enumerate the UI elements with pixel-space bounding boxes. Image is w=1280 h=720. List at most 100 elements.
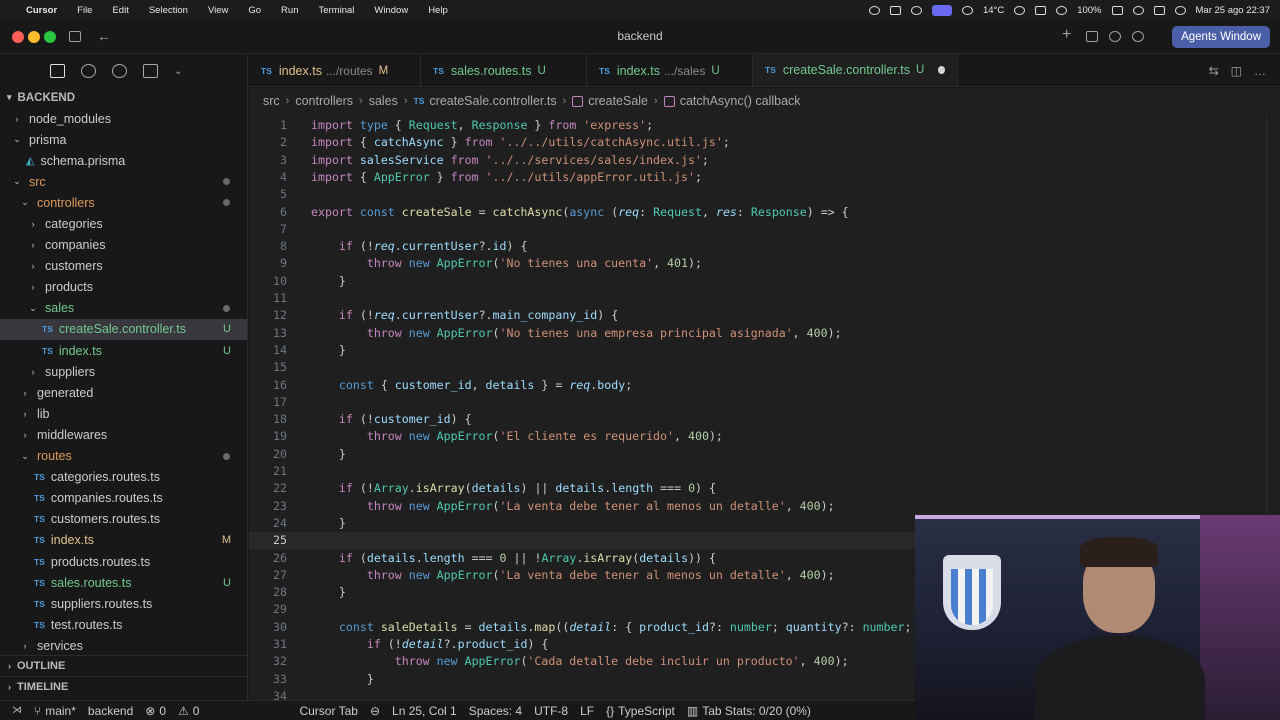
cast-icon[interactable] <box>961 5 973 15</box>
timeline-section[interactable]: › TIMELINE <box>0 676 248 697</box>
code-line[interactable]: 21 <box>249 463 1280 480</box>
tree-folder[interactable]: › services <box>0 635 247 656</box>
source-control-icon[interactable] <box>112 64 127 78</box>
outline-section[interactable]: › OUTLINE <box>0 655 248 676</box>
new-chat-icon[interactable]: + <box>1062 26 1071 44</box>
code-line[interactable]: 18 if (!customer_id) { <box>249 411 1280 428</box>
line-ending[interactable]: LF <box>580 704 594 718</box>
encoding[interactable]: UTF-8 <box>534 704 568 718</box>
tree-file[interactable]: TS customers.routes.ts <box>0 509 247 530</box>
code-line[interactable]: 2 import { catchAsync } from '../../utils… <box>249 134 1280 151</box>
tree-folder[interactable]: ⌄ prisma <box>0 129 247 150</box>
wifi-icon[interactable] <box>1056 5 1068 15</box>
sync-icon[interactable] <box>910 5 922 15</box>
menu-file[interactable]: File <box>77 5 92 16</box>
weather-temp[interactable]: 14°C <box>983 5 1004 16</box>
tree-file[interactable]: ◭ schema.prisma <box>0 150 247 171</box>
code-line[interactable]: 5 <box>249 186 1280 203</box>
code-line[interactable]: 8 if (!req.currentUser?.id) { <box>249 238 1280 255</box>
code-line[interactable]: 15 <box>249 359 1280 376</box>
code-line[interactable]: 22 if (!Array.isArray(details) || detail… <box>249 480 1280 497</box>
code-line[interactable]: 23 throw new AppError('La venta debe ten… <box>249 498 1280 515</box>
datetime[interactable]: Mar 25 ago 22:37 <box>1196 5 1270 16</box>
tree-folder[interactable]: › suppliers <box>0 361 247 382</box>
tree-file[interactable]: TS test.routes.ts <box>0 614 247 635</box>
tree-folder[interactable]: ⌄ controllers <box>0 192 247 213</box>
extensions-icon[interactable] <box>143 64 158 78</box>
code-line[interactable]: 13 throw new AppError('No tienes una emp… <box>249 325 1280 342</box>
code-line[interactable]: 17 <box>249 394 1280 411</box>
menu-run[interactable]: Run <box>281 5 298 16</box>
menu-help[interactable]: Help <box>428 5 448 16</box>
tree-folder[interactable]: › generated <box>0 382 247 403</box>
code-line[interactable]: 7 <box>249 221 1280 238</box>
code-line[interactable]: 16 const { customer_id, details } = req.… <box>249 377 1280 394</box>
code-line[interactable]: 14 } <box>249 342 1280 359</box>
warning-count[interactable]: 0 <box>193 704 200 718</box>
tree-folder[interactable]: ⌄ sales <box>0 298 247 319</box>
tree-folder[interactable]: › products <box>0 277 247 298</box>
menu-view[interactable]: View <box>208 5 228 16</box>
tree-folder[interactable]: ⌄ src <box>0 171 247 192</box>
tab-stats[interactable]: Tab Stats: 0/20 (0%) <box>702 704 811 718</box>
panel-layout-icon[interactable] <box>1086 31 1098 42</box>
breadcrumb-file[interactable]: createSale.controller.ts <box>429 94 556 108</box>
breadcrumb-controllers[interactable]: controllers <box>295 94 353 108</box>
code-line[interactable]: 3 import salesService from '../../service… <box>249 152 1280 169</box>
code-line[interactable]: 9 throw new AppError('No tienes una cuen… <box>249 255 1280 272</box>
tree-folder[interactable]: › node_modules <box>0 108 247 129</box>
tree-folder[interactable]: › companies <box>0 235 247 256</box>
menu-window[interactable]: Window <box>374 5 408 16</box>
remote-icon[interactable]: ⋊ <box>12 705 22 716</box>
split-editor-icon[interactable]: ◫ <box>1231 64 1242 78</box>
screen-icon[interactable] <box>889 5 901 15</box>
language-mode[interactable]: TypeScript <box>618 704 675 718</box>
git-branch[interactable]: main* <box>45 704 76 718</box>
tree-file[interactable]: TS index.ts U <box>0 340 247 361</box>
breadcrumb-sales[interactable]: sales <box>369 94 398 108</box>
battery-level[interactable]: 100% <box>1077 5 1101 16</box>
code-line[interactable]: 11 <box>249 290 1280 307</box>
shield-icon[interactable] <box>868 5 880 15</box>
siri-icon[interactable] <box>1174 5 1186 15</box>
cursor-tab-status[interactable]: Cursor Tab <box>299 704 357 718</box>
breadcrumb-callback[interactable]: catchAsync() callback <box>680 94 801 108</box>
display-icon[interactable] <box>1035 5 1047 15</box>
error-count[interactable]: 0 <box>159 704 166 718</box>
tree-file[interactable]: TS products.routes.ts <box>0 551 247 572</box>
tree-file[interactable]: TS suppliers.routes.ts <box>0 593 247 614</box>
chevron-down-icon[interactable]: ⌄ <box>174 66 182 77</box>
editor-tab[interactable]: TS createSale.controller.ts U <box>753 55 958 86</box>
tree-folder[interactable]: › customers <box>0 256 247 277</box>
editor-tab[interactable]: TS sales.routes.ts U <box>421 55 587 86</box>
tree-file[interactable]: TS sales.routes.ts U <box>0 572 247 593</box>
code-line[interactable]: 20 } <box>249 446 1280 463</box>
battery-icon[interactable] <box>1111 5 1123 15</box>
editor-tab[interactable]: TS index.ts .../sales U <box>587 55 753 86</box>
more-icon[interactable]: … <box>1254 64 1266 78</box>
tree-folder[interactable]: ⌄ routes <box>0 446 247 467</box>
tree-file[interactable]: TS companies.routes.ts <box>0 488 247 509</box>
menu-go[interactable]: Go <box>248 5 261 16</box>
settings-gear-icon[interactable] <box>1132 31 1144 42</box>
play-icon[interactable] <box>1014 5 1026 15</box>
breadcrumb-src[interactable]: src <box>263 94 280 108</box>
editor-tab[interactable]: TS index.ts .../routes M <box>249 55 421 86</box>
recording-icon[interactable] <box>931 4 952 16</box>
workspace-folder[interactable]: backend <box>88 704 133 718</box>
tree-file[interactable]: TS categories.routes.ts <box>0 467 247 488</box>
code-line[interactable]: 1 import type { Request, Response } from … <box>249 117 1280 134</box>
cursor-position[interactable]: Ln 25, Col 1 <box>392 704 457 718</box>
indentation[interactable]: Spaces: 4 <box>469 704 522 718</box>
menu-edit[interactable]: Edit <box>112 5 128 16</box>
zoom-icon[interactable]: ⊖ <box>370 704 380 718</box>
tree-folder[interactable]: › categories <box>0 213 247 234</box>
tree-file[interactable]: TS createSale.controller.ts U <box>0 318 247 341</box>
tree-folder[interactable]: › lib <box>0 403 247 424</box>
search-icon[interactable] <box>1132 5 1144 15</box>
tree-folder[interactable]: › middlewares <box>0 424 247 445</box>
breadcrumb-symbol[interactable]: createSale <box>588 94 648 108</box>
menu-selection[interactable]: Selection <box>149 5 188 16</box>
explorer-root[interactable]: ▾ BACKEND <box>0 87 247 108</box>
menu-terminal[interactable]: Terminal <box>318 5 354 16</box>
